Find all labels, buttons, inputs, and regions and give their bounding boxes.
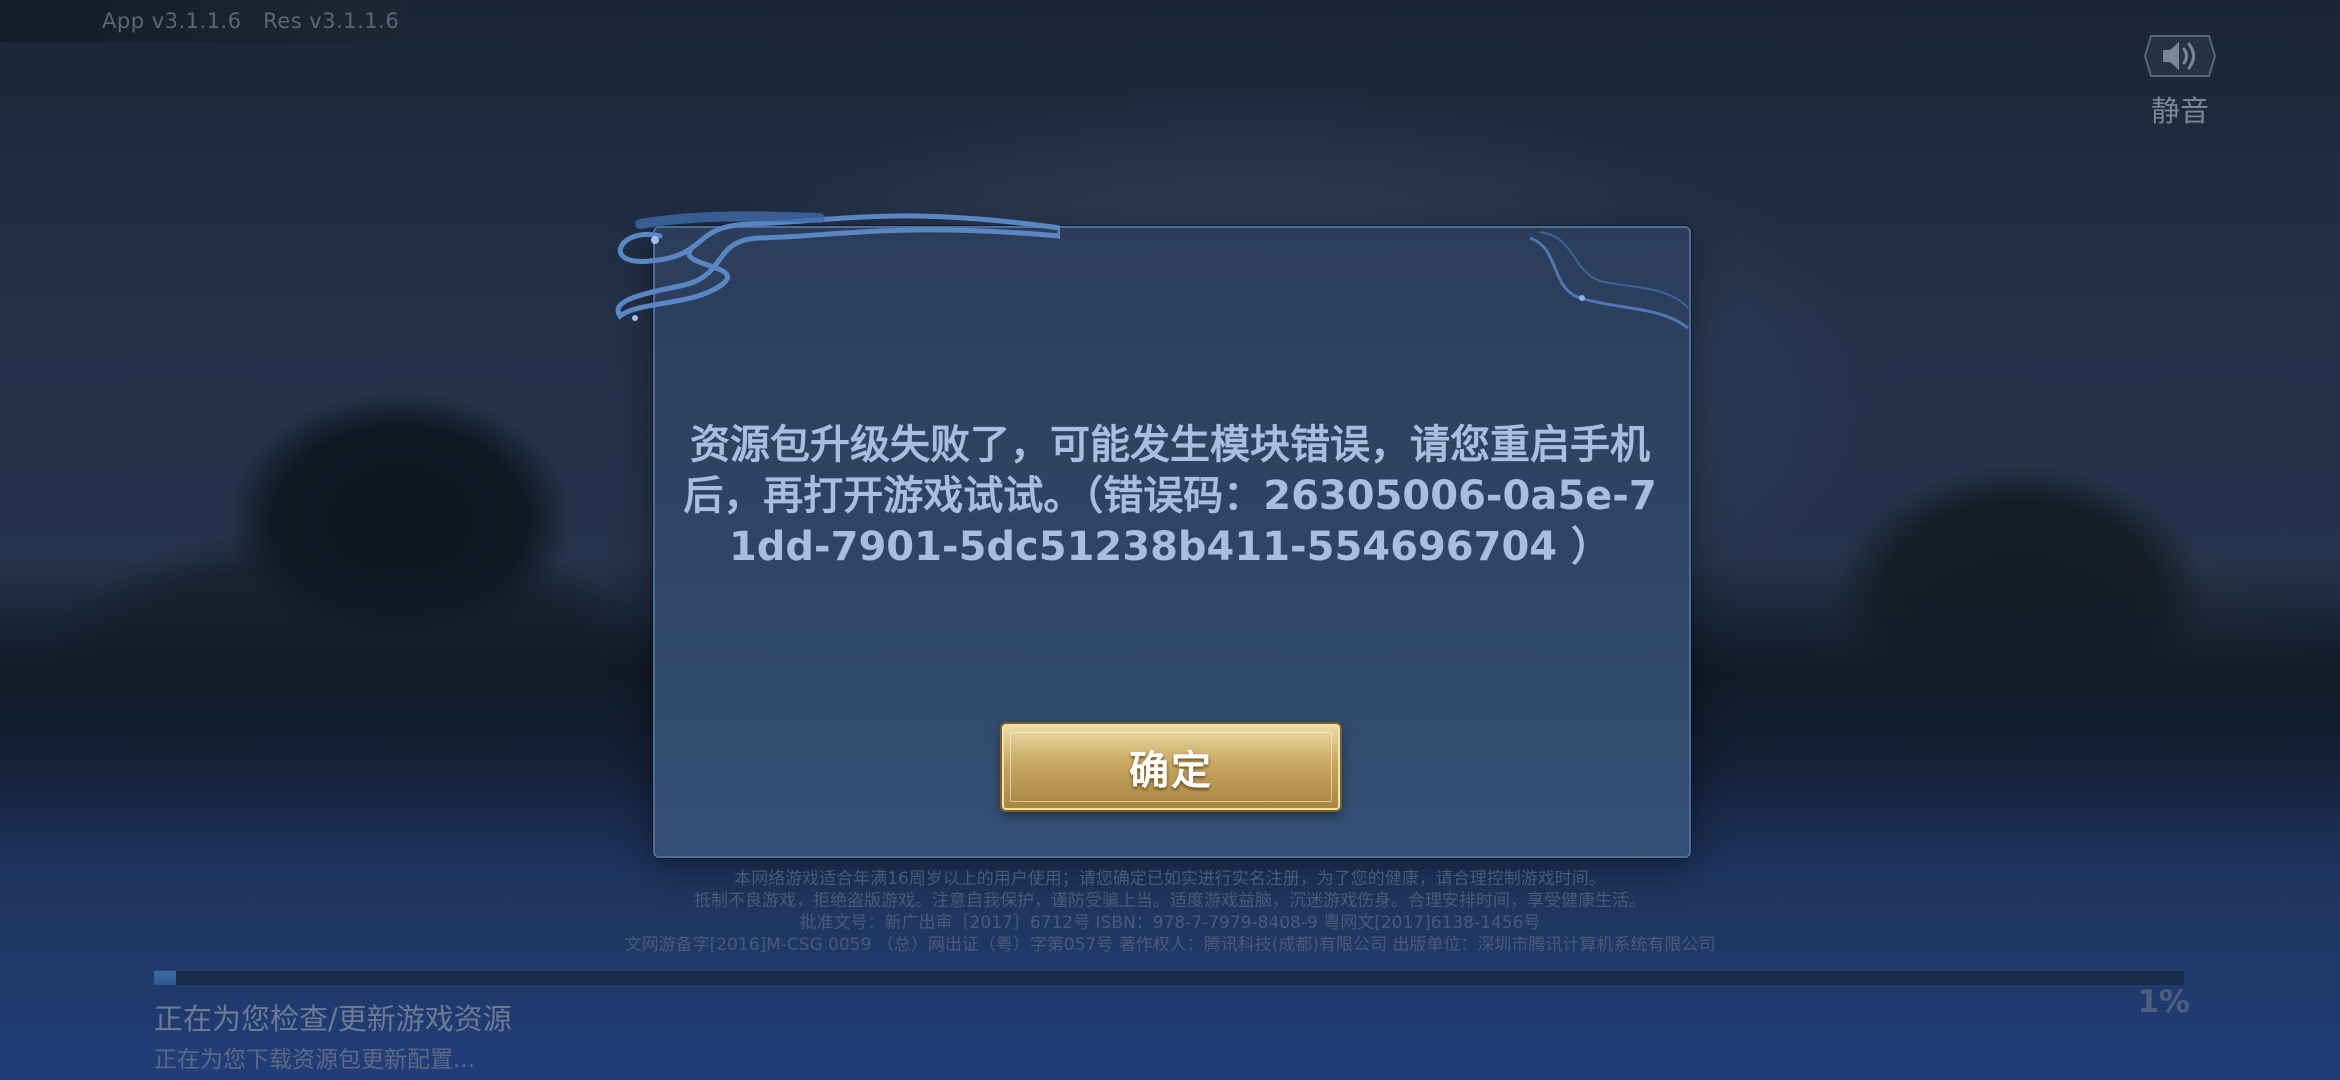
version-tab: App v3.1.1.6 Res v3.1.1.6 [0,0,412,42]
progress-bar [154,970,2184,985]
game-loading-screen: App v3.1.1.6 Res v3.1.1.6 静音 资源包升级失败了，可能… [0,0,2340,1080]
dialog-message: 资源包升级失败了，可能发生模块错误，请您重启手机后，再打开游戏试试。（错误码：2… [683,422,1657,570]
notice-line: 文网游备字[2016]M-CSG 0059 （总）网出证（粤）字第057号 著作… [624,935,1716,955]
notice-line: 批准文号：新广出审［2017］6712号 ISBN：978-7-7979-840… [799,913,1541,933]
confirm-button-label: 确定 [1129,748,1213,794]
progress-fill [154,971,176,985]
health-notice: 本网络游戏适合年满16周岁以上的用户使用；请您确定已如实进行实名注册，为了您的健… [500,868,1840,956]
notice-line: 本网络游戏适合年满16周岁以上的用户使用；请您确定已如实进行实名注册，为了您的健… [734,869,1606,889]
dialog-ornament-swirl-left [615,211,1060,321]
notice-line: 抵制不良游戏，拒绝盗版游戏。注意自我保护，谨防受骗上当。适度游戏益脑，沉迷游戏伤… [694,891,1646,911]
version-text: App v3.1.1.6 Res v3.1.1.6 [102,9,400,33]
confirm-button[interactable]: 确定 [1002,724,1340,810]
status-sub-text: 正在为您下载资源包更新配置... [154,1047,475,1073]
mute-button[interactable]: 静音 [2130,26,2230,128]
speaker-icon [2143,26,2217,86]
mute-label: 静音 [2150,94,2209,128]
progress-percent: 1% [2137,984,2190,1020]
status-main-text: 正在为您检查/更新游戏资源 [154,1002,512,1036]
dialog-ornament-swirl-right [1529,231,1689,330]
